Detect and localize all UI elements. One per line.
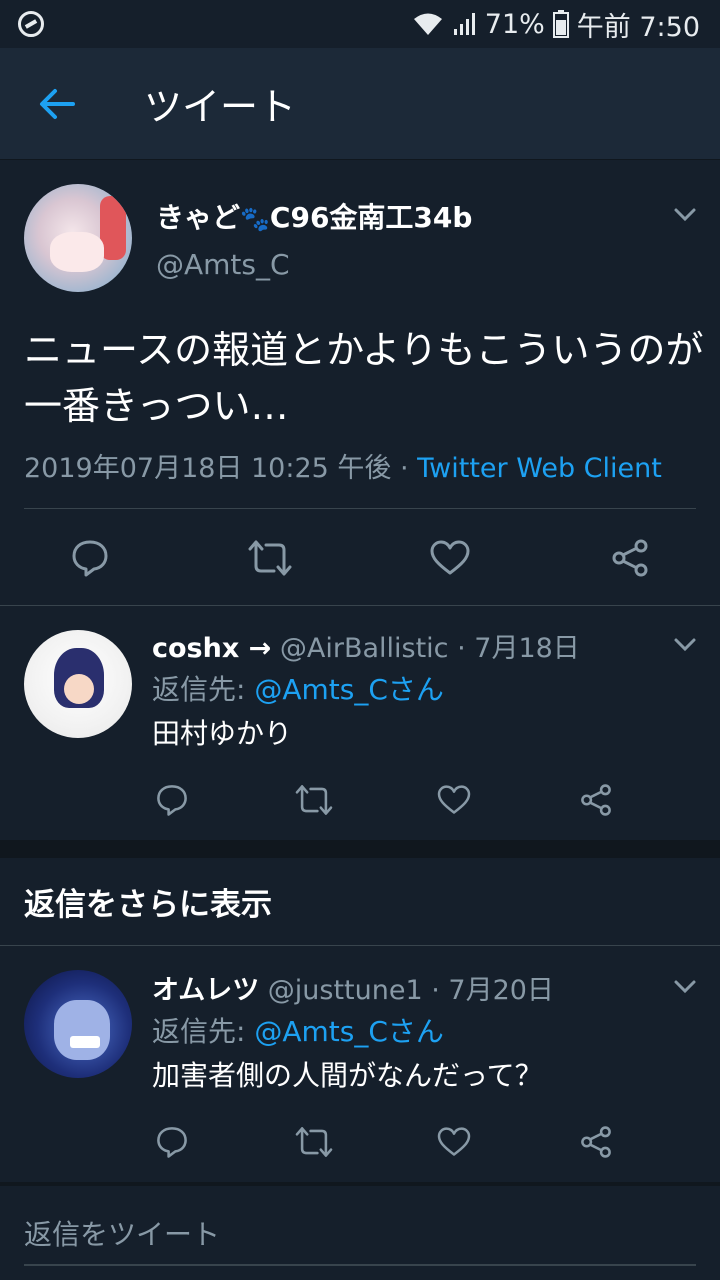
reply-to-line: 返信先: @Amts_Cさん [152,668,444,708]
reply-composer [0,1186,720,1280]
chevron-down-icon [673,207,697,223]
paw-emoji-icon: 🐾 [240,205,270,233]
section-separator [0,840,720,858]
top-app-bar: ツイート [0,48,720,160]
retweet-icon [295,1125,333,1159]
retweet-button[interactable] [292,1120,336,1164]
tweet-timestamp: 2019年07月18日 10:25 午後 · [24,453,418,484]
share-button[interactable] [574,778,618,822]
show-more-replies-button[interactable]: 返信をさらに表示 [0,858,720,946]
tweet-text: 田村ゆかり [152,717,293,750]
heart-icon [430,540,470,576]
battery-percent: 71% [484,8,545,40]
tweet-menu-button[interactable] [670,630,700,660]
share-button[interactable] [608,536,652,580]
arrow-left-icon [39,88,75,120]
share-icon [579,1125,613,1159]
author-handle-date: @AirBallistic · 7月18日 [271,633,580,664]
tweet-text: ニュースの報道とかよりもこういうのが一番きっつい… [24,328,704,428]
app-notification-icon [18,11,44,37]
retweet-button[interactable] [292,778,336,822]
reply-button[interactable] [150,778,194,822]
author-name[interactable]: オムレツ [152,975,259,1006]
tweet-menu-button[interactable] [670,200,700,230]
share-icon [579,783,613,817]
signal-icon [453,11,477,37]
reply-to-label: 返信先: [152,673,255,706]
author-name[interactable]: きゃど🐾C96金南工34b [156,196,472,236]
back-button[interactable] [22,69,92,139]
author-name-suffix: C96金南工34b [269,201,473,234]
reply-header: coshx → @AirBallistic · 7月18日 [152,626,580,665]
author-handle[interactable]: @Amts_C [156,248,290,281]
avatar[interactable] [24,184,132,292]
battery-icon [552,10,569,38]
heart-icon [437,785,471,815]
like-button[interactable] [428,536,472,580]
reply-header: オムレツ @justtune1 · 7月20日 [152,968,554,1007]
reply-to-label: 返信先: [152,1015,255,1048]
input-underline [24,1264,696,1266]
share-icon [610,538,650,578]
clock: 午前 7:50 [576,11,700,43]
reply-icon [70,538,110,578]
author-name[interactable]: coshx → [152,633,271,664]
reply-button[interactable] [68,536,112,580]
mention-link[interactable]: @Amts_Cさん [254,1015,444,1048]
reply-button[interactable] [150,1120,194,1164]
retweet-icon [295,783,333,817]
divider [24,508,696,509]
author-handle-date: @justtune1 · 7月20日 [259,975,554,1006]
heart-icon [437,1127,471,1157]
chevron-down-icon [673,979,697,995]
mention-link[interactable]: @Amts_Cさん [254,673,444,706]
status-bar: 71% 午前 7:50 [0,0,720,48]
reply-input[interactable] [24,1204,696,1264]
avatar[interactable] [24,630,132,738]
retweet-icon [248,538,292,578]
tweet-client-link[interactable]: Twitter Web Client [417,453,662,484]
reply-icon [155,783,189,817]
page-title: ツイート [144,85,297,129]
avatar[interactable] [24,970,132,1078]
reply-to-line: 返信先: @Amts_Cさん [152,1010,444,1050]
like-button[interactable] [432,1120,476,1164]
tweet-menu-button[interactable] [670,972,700,1002]
reply-icon [155,1125,189,1159]
share-button[interactable] [574,1120,618,1164]
author-name-text: きゃど [156,201,241,234]
tweet-meta: 2019年07月18日 10:25 午後 · Twitter Web Clien… [24,446,662,485]
retweet-button[interactable] [248,536,292,580]
chevron-down-icon [673,637,697,653]
wifi-icon [411,11,445,37]
tweet-text: 加害者側の人間がなんだって？ [152,1059,543,1092]
like-button[interactable] [432,778,476,822]
